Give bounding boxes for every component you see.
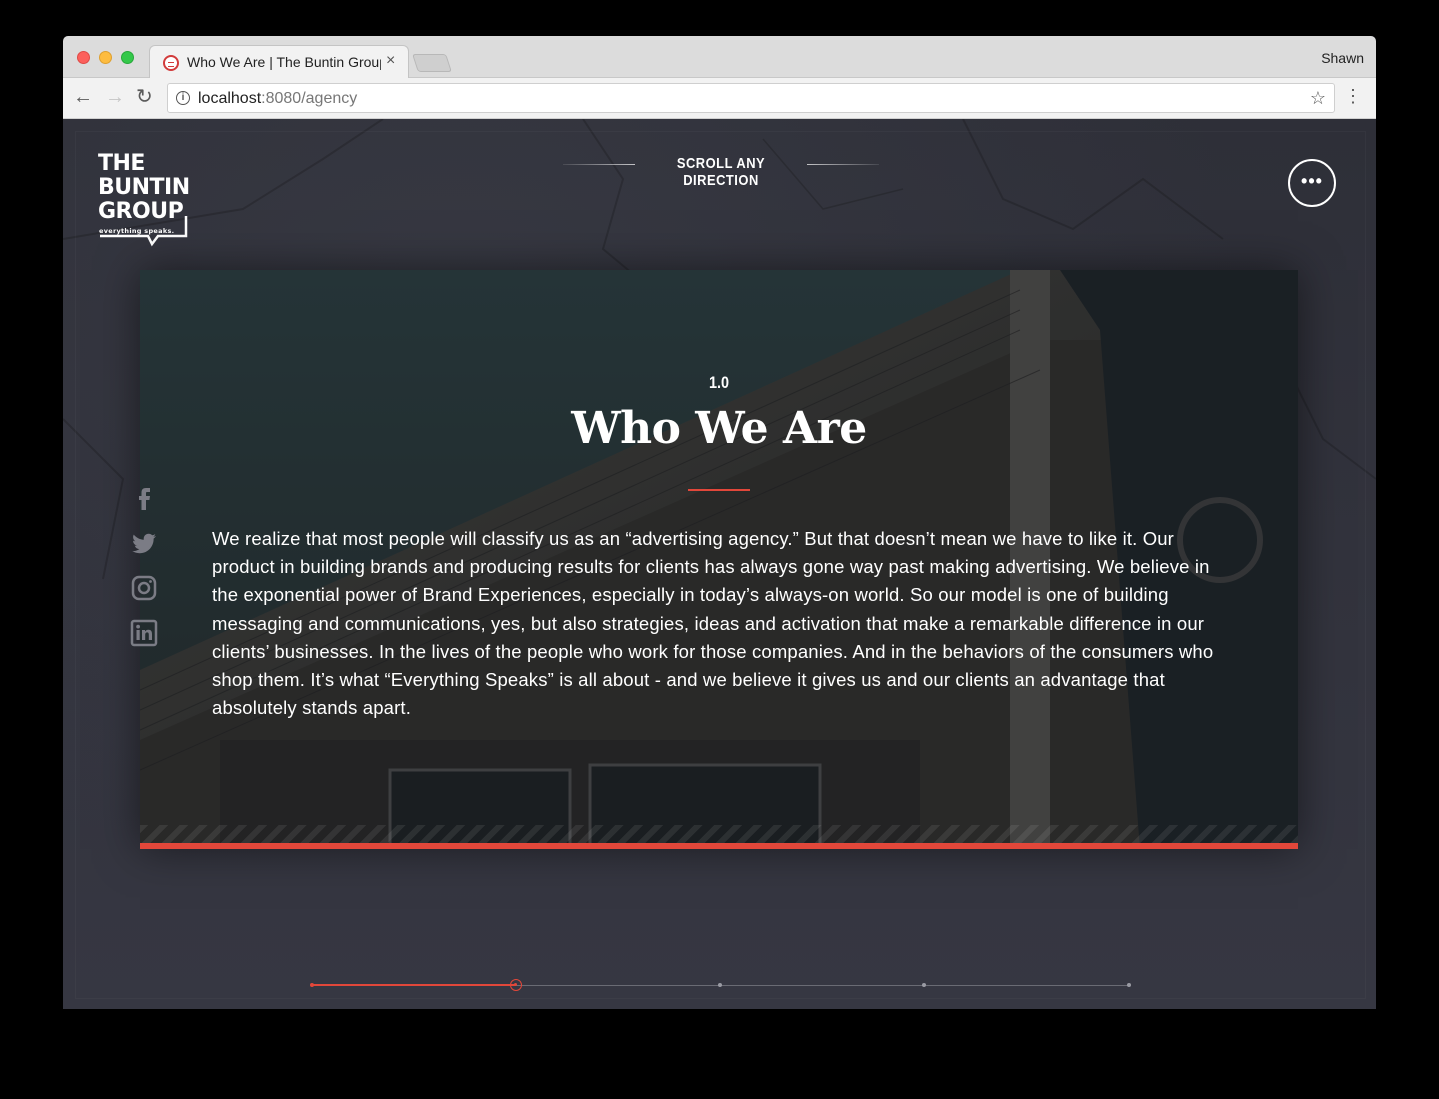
reload-icon[interactable]: ↻ — [136, 87, 153, 107]
panel-stripes — [140, 825, 1298, 843]
tab-title: Who We Are | The Buntin Group — [187, 54, 381, 70]
progress-fill — [312, 984, 516, 986]
minimize-window-button[interactable] — [99, 51, 112, 64]
browser-toolbar: ← → ↻ i localhost:8080/agency ☆ ⋮ — [63, 78, 1376, 119]
close-window-button[interactable] — [77, 51, 90, 64]
section-number: 1.0 — [708, 373, 730, 392]
scroll-hint-line-right — [807, 164, 879, 165]
logo-tagline: everything speaks. — [99, 227, 175, 235]
intro-paragraph: We realize that most people will classif… — [212, 528, 1214, 719]
progress-step-1[interactable] — [310, 983, 314, 987]
progress-step-3[interactable] — [718, 983, 722, 987]
linkedin-icon[interactable] — [130, 619, 158, 647]
browser-menu-icon[interactable]: ⋮ — [1344, 87, 1362, 105]
title-underline — [688, 489, 750, 491]
logo-line-2: BUNTIN — [98, 175, 190, 200]
url-host: localhost — [198, 90, 262, 107]
logo-line-1: THE — [98, 151, 145, 176]
twitter-icon[interactable] — [130, 529, 158, 557]
favicon-icon — [163, 55, 179, 71]
menu-button[interactable]: ••• — [1288, 159, 1336, 207]
url-path: :8080/agency — [261, 90, 358, 107]
browser-window: Who We Are | The Buntin Group × Shawn ← … — [63, 36, 1376, 1009]
browser-tab-active[interactable]: Who We Are | The Buntin Group × — [149, 45, 409, 78]
progress-step-2-active[interactable] — [510, 979, 522, 991]
facebook-icon[interactable] — [130, 483, 158, 511]
new-tab-button[interactable] — [412, 54, 452, 72]
instagram-icon[interactable] — [130, 574, 158, 602]
bookmark-star-icon[interactable]: ☆ — [1310, 88, 1326, 109]
page-viewport: THE BUNTIN GROUP everything speaks. SCRO… — [63, 119, 1376, 1009]
section-progress-nav — [308, 978, 1133, 992]
scroll-hint-text: SCROLL ANY DIRECTION — [676, 155, 766, 189]
info-icon[interactable]: i — [176, 91, 190, 105]
hero-panel: 1.0 Who We Are We realize that most peop… — [140, 270, 1298, 849]
page-title: Who We Are — [571, 403, 867, 454]
forward-arrow-icon[interactable]: → — [105, 87, 125, 107]
url-text[interactable]: localhost:8080/agency — [198, 90, 357, 108]
address-bar[interactable]: i localhost:8080/agency ☆ — [167, 83, 1335, 113]
scroll-hint: SCROLL ANY DIRECTION — [563, 155, 879, 189]
browser-titlebar: Who We Are | The Buntin Group × Shawn — [63, 36, 1376, 78]
maximize-window-button[interactable] — [121, 51, 134, 64]
progress-step-4[interactable] — [922, 983, 926, 987]
tab-close-icon[interactable]: × — [386, 52, 395, 70]
buntin-logo[interactable]: THE BUNTIN GROUP everything speaks. — [98, 152, 198, 252]
back-arrow-icon[interactable]: ← — [73, 87, 93, 107]
more-dots-icon: ••• — [1301, 171, 1323, 191]
scroll-hint-line-left — [563, 164, 635, 165]
profile-name[interactable]: Shawn — [1321, 50, 1364, 66]
panel-accent-bar — [140, 843, 1298, 849]
progress-step-5[interactable] — [1127, 983, 1131, 987]
